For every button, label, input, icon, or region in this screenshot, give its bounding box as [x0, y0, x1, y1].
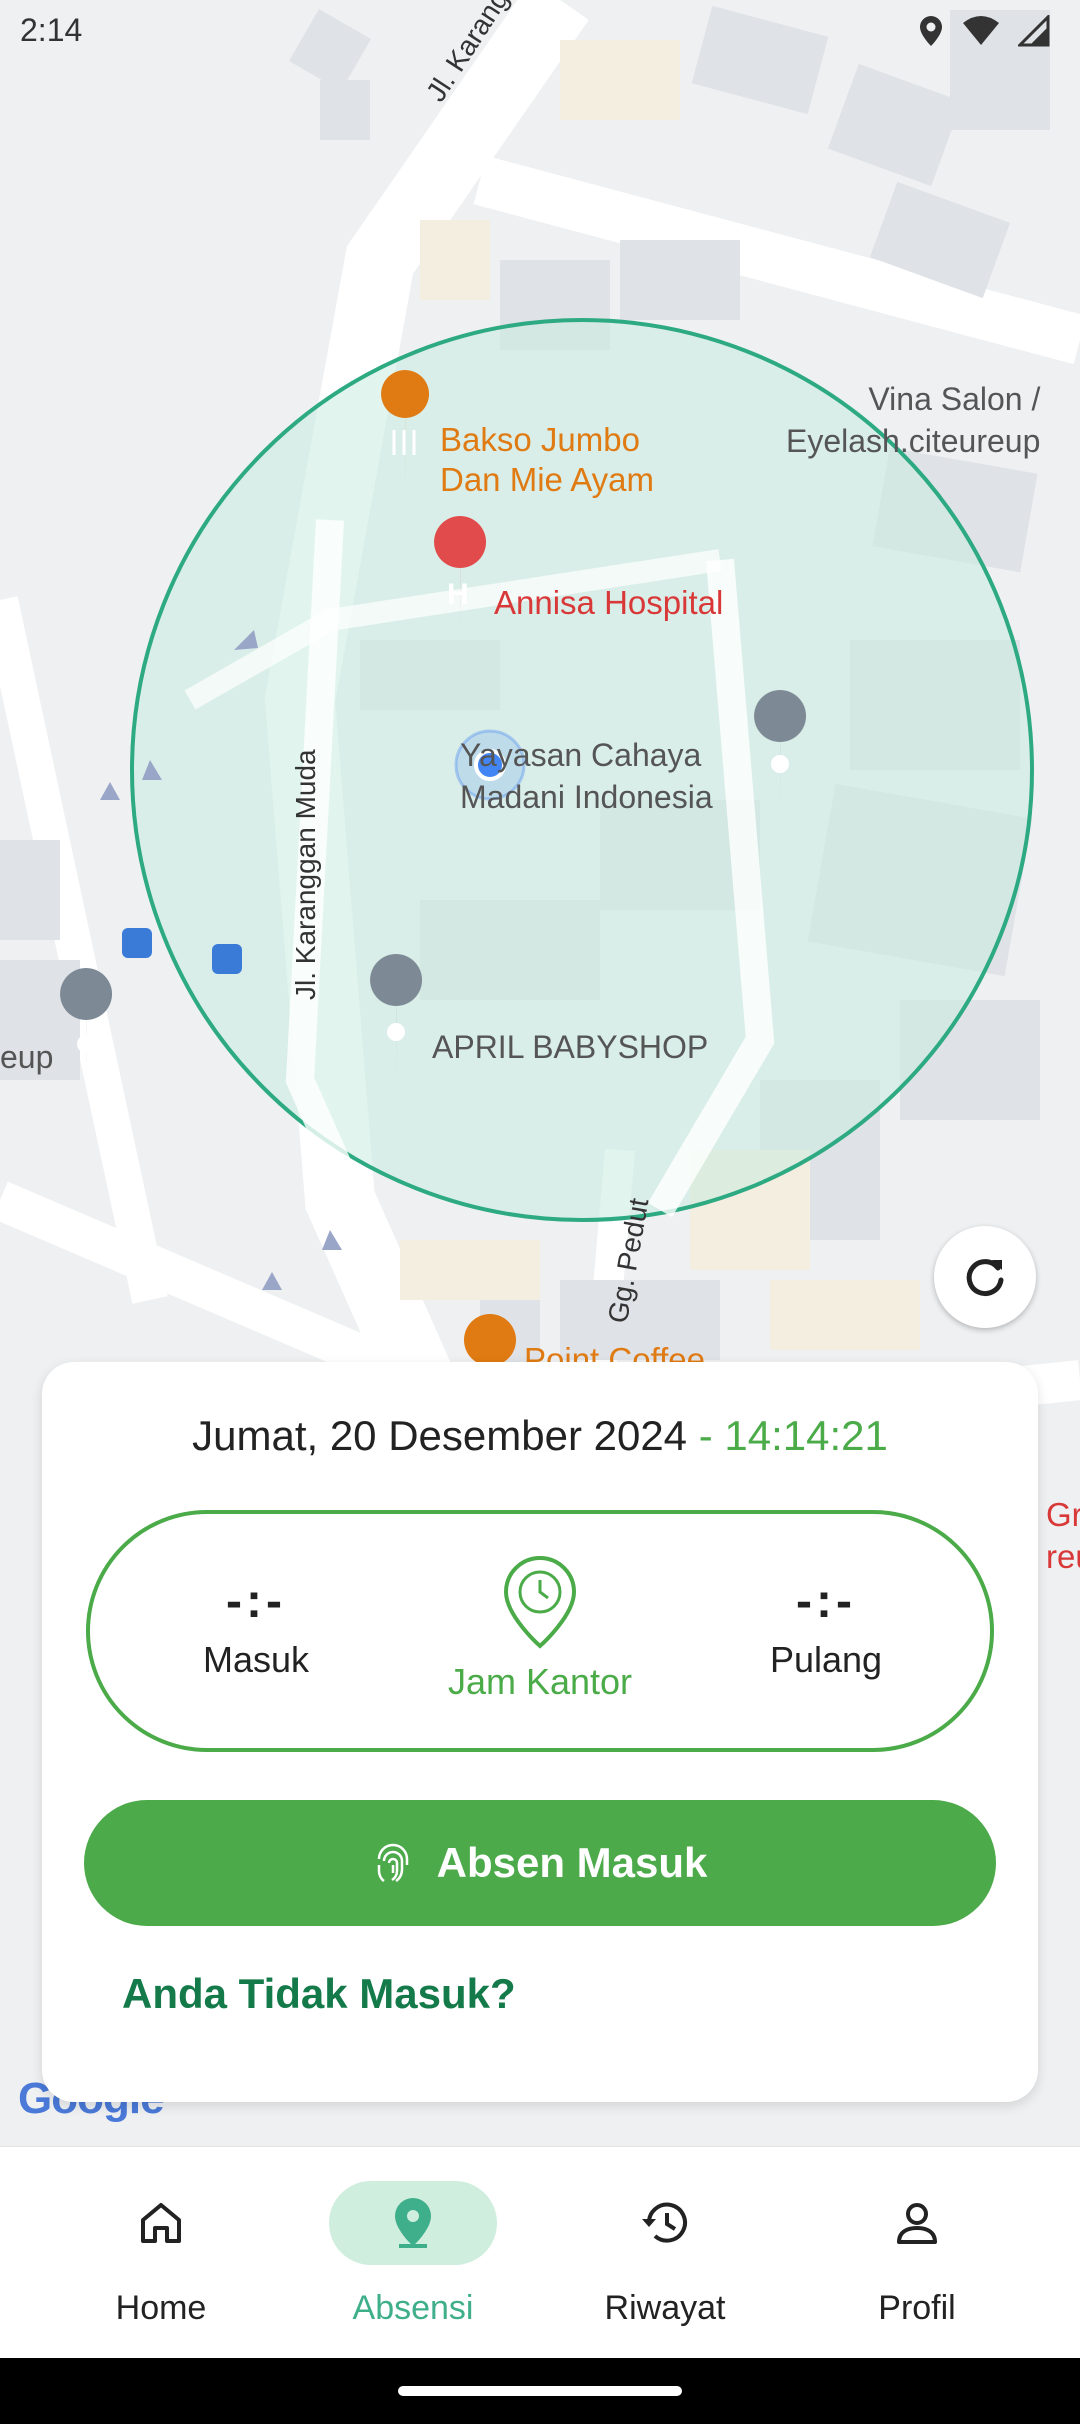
nav-icon-container [833, 2181, 1001, 2265]
svg-text:H: H [447, 578, 469, 611]
bottom-navigation: Home Absensi Riwayat Profil [0, 2146, 1080, 2358]
place-label-bakso[interactable]: Bakso Jumbo Dan Mie Ayam [440, 420, 654, 500]
street-label-middle: Jl. Karanggan Muda [290, 749, 321, 1000]
status-bar: 2:14 [0, 0, 1080, 64]
wifi-icon [963, 16, 999, 45]
current-date: Jumat, 20 Desember 2024 [192, 1412, 688, 1459]
attendance-card: Jumat, 20 Desember 2024 - 14:14:21 -:- M… [42, 1362, 1038, 2102]
location-pin-icon [395, 2198, 431, 2248]
office-hours-column: Jam Kantor [410, 1514, 670, 1703]
status-time: 2:14 [20, 12, 83, 48]
check-in-time: -:- [226, 1575, 286, 1628]
place-label-left-edge[interactable]: eup [0, 1036, 53, 1078]
status-icons [918, 14, 1050, 48]
place-label-yayasan[interactable]: Yayasan Cahaya Madani Indonesia [460, 734, 713, 818]
date-time-line: Jumat, 20 Desember 2024 - 14:14:21 [42, 1412, 1038, 1460]
absent-link[interactable]: Anda Tidak Masuk? [122, 1970, 516, 2018]
nav-icon-container [329, 2181, 497, 2265]
check-in-button[interactable]: Absen Masuk [84, 1800, 996, 1926]
date-time-separator: - [687, 1412, 725, 1459]
nav-icon-container [77, 2181, 245, 2265]
refresh-location-button[interactable] [934, 1226, 1036, 1328]
location-status-icon [920, 16, 942, 46]
place-label-babyshop[interactable]: APRIL BABYSHOP [432, 1026, 708, 1068]
place-label-right-edge[interactable]: Gr reu [1046, 1494, 1080, 1578]
system-gesture-bar [0, 2358, 1080, 2424]
clock-pin-icon [503, 1555, 577, 1649]
check-in-column: -:- Masuk [126, 1514, 386, 1681]
bus-stop-icon [122, 928, 152, 958]
nav-icon-container [581, 2181, 749, 2265]
fingerprint-icon [377, 1843, 408, 1883]
office-hours-panel: -:- Masuk Jam Kantor -:- Pulang [86, 1510, 994, 1752]
refresh-icon [966, 1259, 1004, 1297]
check-in-label: Masuk [202, 1639, 310, 1680]
nav-item-profil[interactable]: Profil [782, 2147, 1052, 2359]
place-label-salon[interactable]: Vina Salon / Eyelash.citeureup [786, 378, 1040, 462]
nav-label-home: Home [115, 2289, 207, 2327]
nav-item-absensi[interactable]: Absensi [278, 2147, 548, 2359]
nav-item-riwayat[interactable]: Riwayat [530, 2147, 800, 2359]
history-icon [642, 2202, 687, 2243]
nav-label-absensi: Absensi [352, 2289, 474, 2327]
nav-label-riwayat: Riwayat [604, 2289, 726, 2327]
person-icon [897, 2203, 937, 2244]
check-out-time: -:- [796, 1575, 856, 1628]
check-in-button-label: Absen Masuk [436, 1839, 708, 1886]
nav-item-home[interactable]: Home [26, 2147, 296, 2359]
check-out-label: Pulang [769, 1639, 883, 1680]
home-gesture-handle[interactable] [398, 2386, 682, 2396]
place-label-hospital[interactable]: Annisa Hospital [494, 584, 723, 622]
check-out-column: -:- Pulang [696, 1514, 956, 1681]
office-hours-label: Jam Kantor [447, 1661, 633, 1702]
bus-stop-icon [212, 944, 242, 974]
current-time: 14:14:21 [724, 1412, 888, 1459]
home-icon [141, 2203, 181, 2243]
nav-label-profil: Profil [878, 2289, 956, 2327]
signal-icon [1018, 15, 1050, 47]
coffee-pin-icon [464, 1314, 516, 1366]
